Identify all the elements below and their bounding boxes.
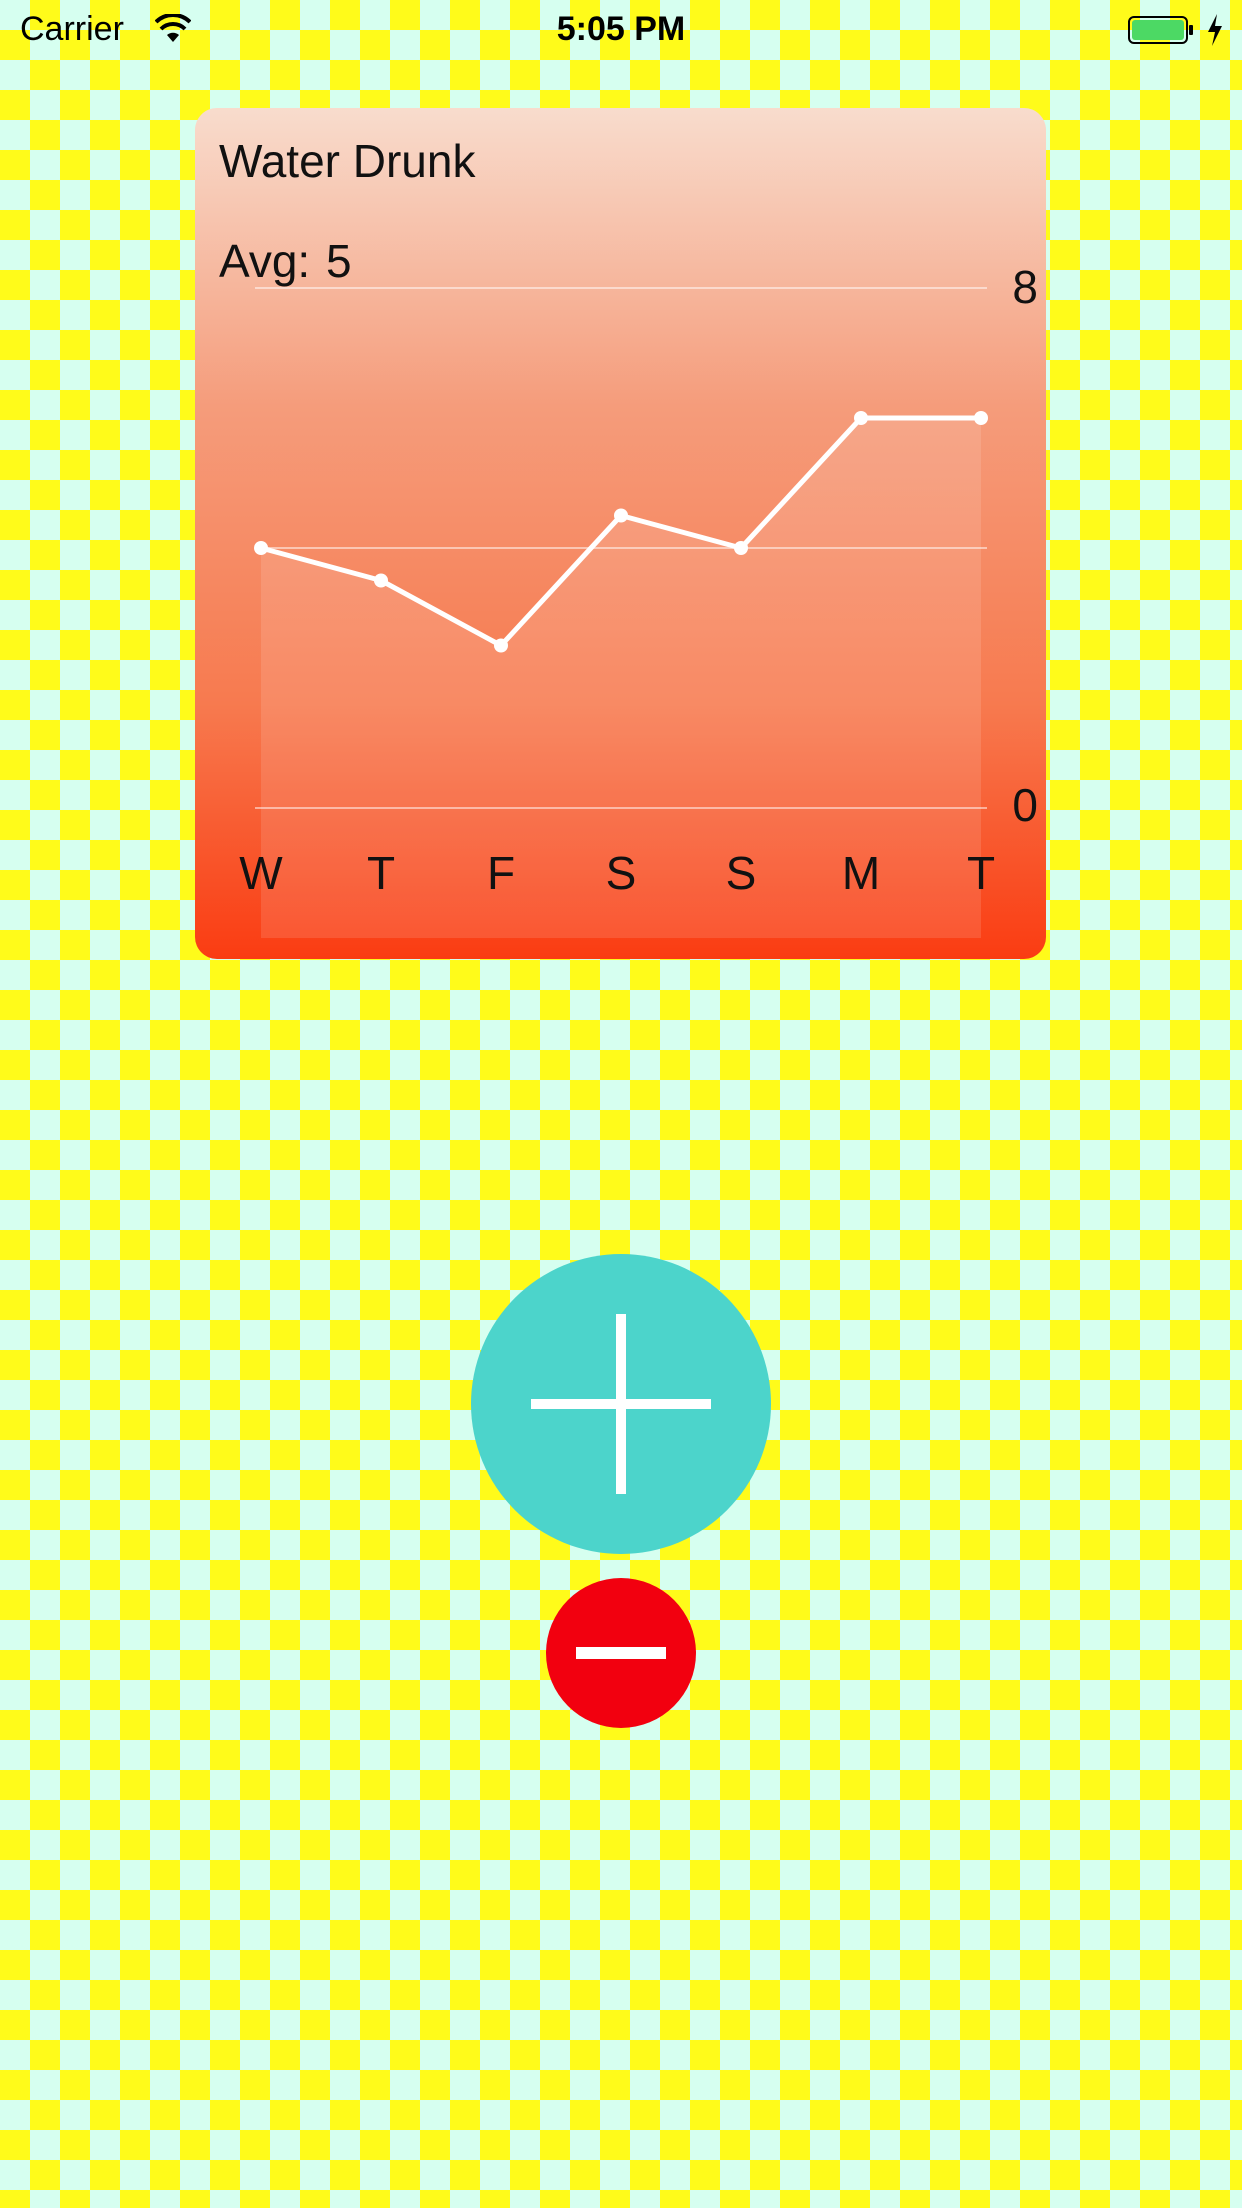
day-label: W: [239, 847, 283, 899]
min-value-label: 0: [1012, 779, 1038, 831]
day-label: M: [841, 847, 881, 899]
data-point: [494, 638, 508, 653]
line-chart: [254, 287, 988, 938]
data-point: [254, 541, 268, 555]
status-time: 5:05 PM: [556, 10, 686, 48]
data-point: [974, 411, 988, 425]
day-label: F: [486, 847, 516, 899]
data-point: [734, 541, 748, 555]
data-point: [614, 508, 628, 523]
battery-icon: [1128, 16, 1193, 44]
data-point: [854, 411, 868, 425]
day-label: S: [725, 847, 757, 899]
data-point: [374, 573, 388, 588]
plus-icon: [531, 1314, 711, 1494]
minus-icon: [576, 1647, 666, 1659]
day-label: S: [605, 847, 637, 899]
day-labels: WTFSSMT: [195, 846, 1046, 906]
status-bar: Carrier 5:05 PM: [0, 0, 1242, 60]
day-label: T: [966, 847, 996, 899]
subtract-water-button[interactable]: [546, 1578, 696, 1728]
graph-card: Water Drunk Avg: 5 8 0 WTFSSMT: [195, 108, 1046, 959]
max-value-label: 8: [1012, 261, 1038, 313]
add-water-button[interactable]: [471, 1254, 771, 1554]
day-label: T: [366, 847, 396, 899]
charging-bolt-icon: [1208, 14, 1222, 46]
